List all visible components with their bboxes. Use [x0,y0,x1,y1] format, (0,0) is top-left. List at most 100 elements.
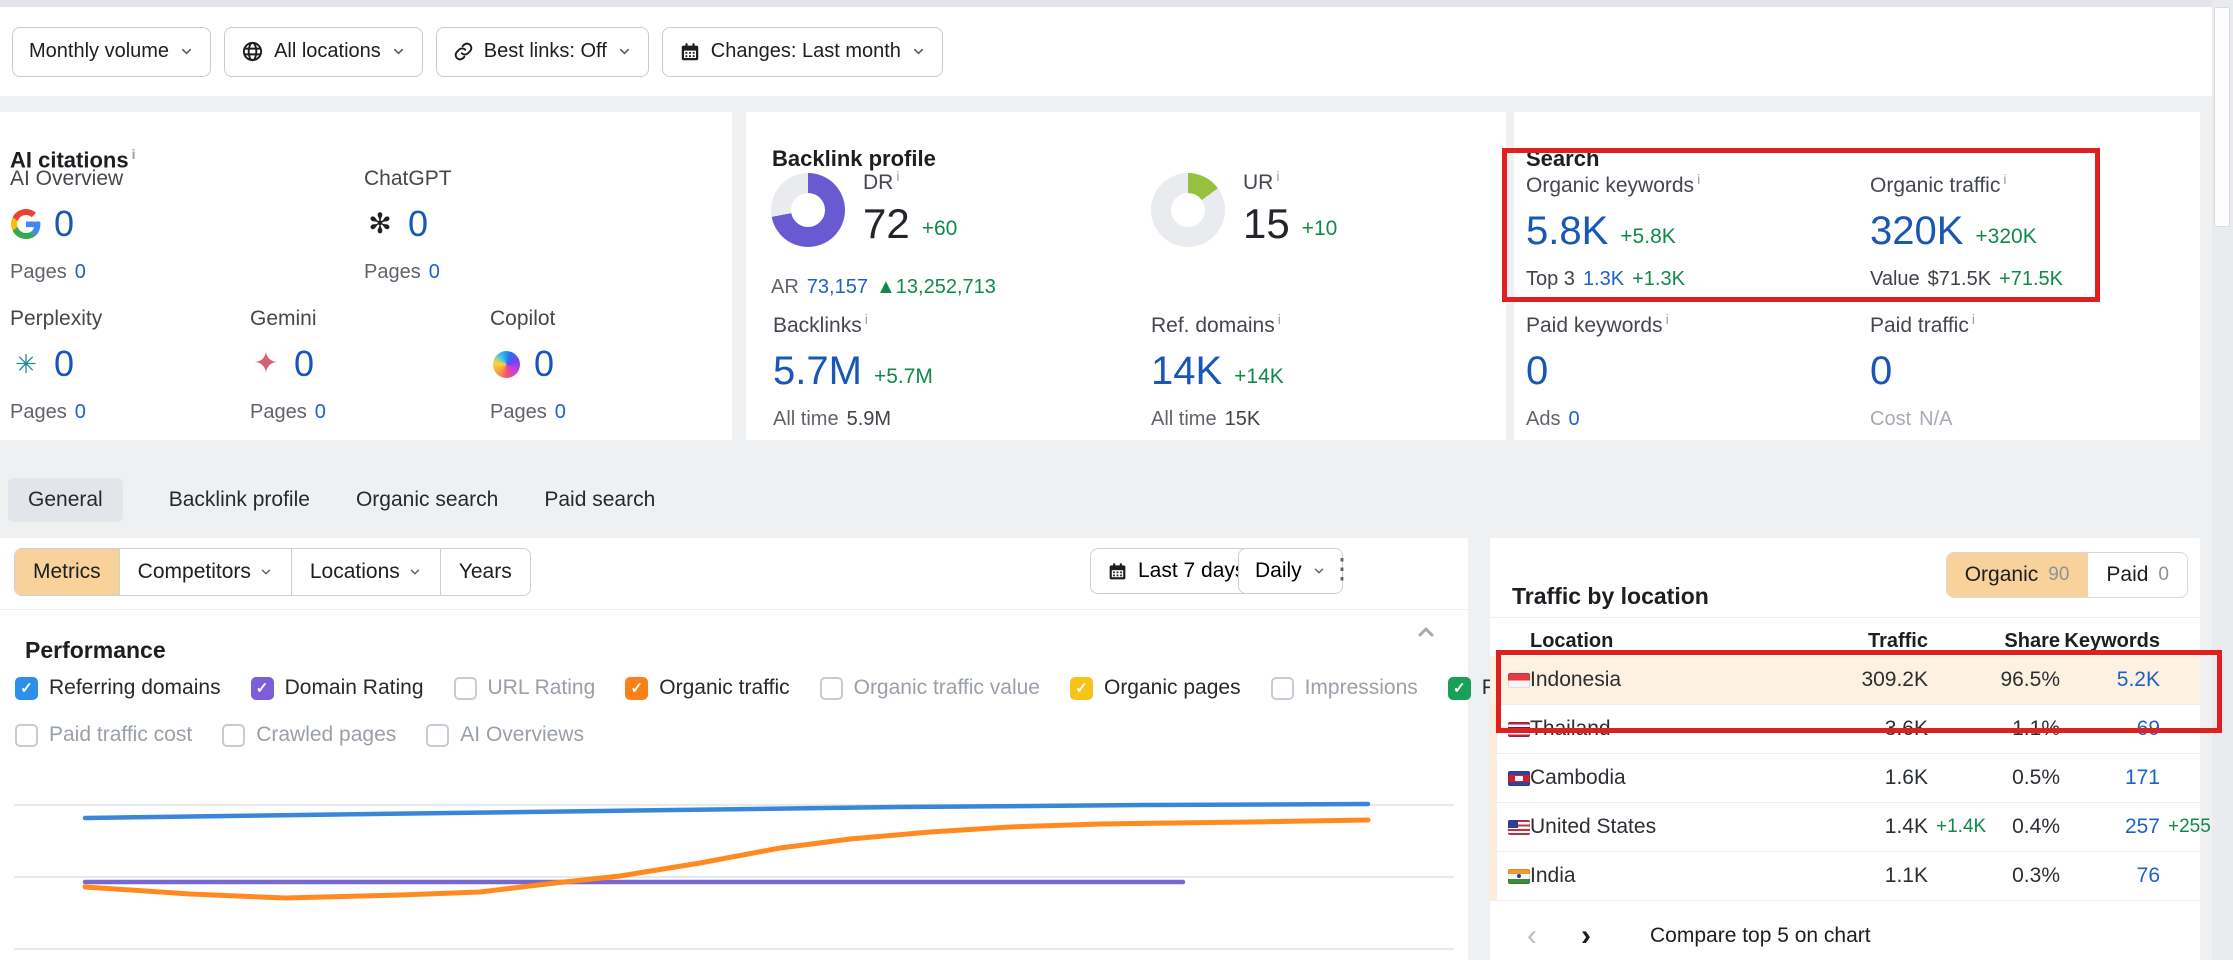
info-icon[interactable]: i [1278,311,1281,327]
info-icon[interactable]: i [132,146,136,162]
paid-keywords-metric: Paid keywordsi 0 Ads0 [1526,307,1669,431]
chatgpt-icon: ✻ [364,208,396,240]
top3-keywords-link[interactable]: 1.3K [1583,268,1624,290]
segment-years[interactable]: Years [440,549,530,595]
tab-organic-search[interactable]: Organic search [356,488,498,512]
tab-paid-search[interactable]: Paid search [544,488,655,512]
table-row-thailand[interactable]: Thailand 3.6K 1.1% 69 [1490,705,2200,754]
collapse-section-chevron-up-icon[interactable] [1414,620,1438,649]
table-row-cambodia[interactable]: Cambodia 1.6K 0.5% 171 [1490,754,2200,803]
paid-traffic-value-link[interactable]: 0 [1870,347,1892,395]
chevron-down-icon [911,44,926,59]
segment-locations[interactable]: Locations [291,549,440,595]
keywords-link[interactable]: 171 [2125,766,2160,789]
metric-toggle-organic-traffic-value[interactable]: Organic traffic value [820,676,1040,700]
tab-general[interactable]: General [8,478,123,522]
backlinks-alltime-value: 5.9M [847,408,891,430]
backlink-profile-panel: Backlink profile DRi 72+60 AR73,157▲13,2… [746,112,1506,440]
calendar-icon [679,41,701,63]
best-links-filter-button[interactable]: Best links: Off [436,27,649,77]
paid-keywords-value-link[interactable]: 0 [1526,347,1548,395]
domain-rating-block: DRi 72+60 [771,164,1101,274]
info-icon[interactable]: i [1697,171,1700,187]
keywords-link[interactable]: 5.2K [2117,668,2160,691]
metric-toggle-organic-pages[interactable]: Organic pages [1070,676,1241,700]
organic-traffic-value-link[interactable]: 320K [1870,207,1963,255]
chatgpt-metric: ChatGPT ✻0 Pages0 [364,167,452,284]
info-icon[interactable]: i [896,168,899,184]
flag-thailand-icon [1508,722,1530,737]
checkbox [454,677,477,700]
info-icon[interactable]: i [1666,311,1669,327]
table-row-united-states[interactable]: United States 1.4K+1.4K 0.4% 257+255 [1490,803,2200,852]
compare-top5-link[interactable]: Compare top 5 on chart [1650,924,1871,948]
paid-traffic-metric: Paid traffici 0 CostN/A [1870,307,1975,431]
metric-toggle-impressions[interactable]: Impressions [1271,676,1418,700]
perplexity-pages-link[interactable]: 0 [75,401,86,423]
perplexity-count-link[interactable]: 0 [54,342,74,386]
ai-overview-count-link[interactable]: 0 [54,202,74,246]
traffic-by-location-panel: Traffic by location Organic90 Paid0 Loca… [1490,538,2200,960]
copilot-count-link[interactable]: 0 [534,342,554,386]
scrollbar-thumb[interactable] [2214,7,2230,227]
gemini-pages-link[interactable]: 0 [315,401,326,423]
granularity-button[interactable]: Daily [1238,548,1343,594]
search-panel: Search Organic keywordsi 5.8K+5.8K Top 3… [1514,112,2200,440]
table-footer: ‹ › Compare top 5 on chart [1490,913,2200,959]
copilot-icon [490,348,522,380]
performance-line-chart [0,738,1468,960]
page-scrollbar[interactable] [2212,0,2233,960]
segment-metrics[interactable]: Metrics [15,549,119,595]
toggle-paid[interactable]: Paid0 [2088,553,2187,597]
chatgpt-pages-link[interactable]: 0 [429,261,440,283]
copilot-metric: Copilot 0 Pages0 [490,307,566,424]
date-range-label: Last 7 days [1138,559,1245,583]
traffic-by-location-title: Traffic by location [1512,583,1709,610]
changes-filter-button[interactable]: Changes: Last month [662,27,943,77]
metric-toggle-url-rating[interactable]: URL Rating [454,676,596,700]
ads-count-link[interactable]: 0 [1568,408,1579,430]
chevron-down-icon [259,565,273,579]
keywords-link[interactable]: 257 [2125,815,2160,838]
info-icon[interactable]: i [1276,168,1279,184]
info-icon[interactable]: i [865,311,868,327]
info-icon[interactable]: i [1972,311,1975,327]
page-previous-chevron-icon[interactable]: ‹ [1512,921,1552,951]
checkbox [1070,677,1093,700]
keywords-link[interactable]: 69 [2137,717,2160,740]
organic-keywords-value-link[interactable]: 5.8K [1526,207,1608,255]
divider [1490,617,2200,618]
monthly-volume-filter-button[interactable]: Monthly volume [12,27,211,77]
keywords-link[interactable]: 76 [2137,864,2160,887]
toggle-organic[interactable]: Organic90 [1947,553,2089,597]
dr-value: 72 [863,201,910,247]
metric-toggle-referring-domains[interactable]: Referring domains [15,676,221,700]
ar-value-link[interactable]: 73,157 [807,276,868,298]
copilot-pages-link[interactable]: 0 [555,401,566,423]
info-icon[interactable]: i [2003,171,2006,187]
paid-cost-value: N/A [1919,408,1952,430]
segment-competitors[interactable]: Competitors [119,549,291,595]
ref-domains-value-link[interactable]: 14K [1151,347,1222,395]
metric-toggle-organic-traffic[interactable]: Organic traffic [625,676,789,700]
metric-toggles-row-1: Referring domains Domain Rating URL Rati… [15,676,1581,700]
metric-toggle-domain-rating[interactable]: Domain Rating [251,676,424,700]
chevron-down-icon [391,44,406,59]
chevron-down-icon [1312,564,1326,578]
ai-overview-metric: AI Overview 0 Pages0 [10,167,123,284]
chatgpt-count-link[interactable]: 0 [408,202,428,246]
flag-cambodia-icon [1508,771,1530,786]
checkbox [251,677,274,700]
more-options-kebab-icon[interactable]: ⋮ [1328,552,1356,585]
column-location: Location [1530,630,1778,653]
backlinks-value-link[interactable]: 5.7M [773,347,862,395]
gemini-count-link[interactable]: 0 [294,342,314,386]
locations-filter-button[interactable]: All locations [224,27,423,77]
ref-domains-delta: +14K [1234,365,1284,389]
table-row-india[interactable]: India 1.1K 0.3% 76 [1490,852,2200,901]
performance-panel: Metrics Competitors Locations Years Last… [0,538,1468,960]
tab-backlink-profile[interactable]: Backlink profile [169,488,310,512]
ai-overview-pages-link[interactable]: 0 [75,261,86,283]
table-row-indonesia[interactable]: Indonesia 309.2K 96.5% 5.2K [1490,656,2200,705]
page-next-chevron-icon[interactable]: › [1566,921,1606,951]
